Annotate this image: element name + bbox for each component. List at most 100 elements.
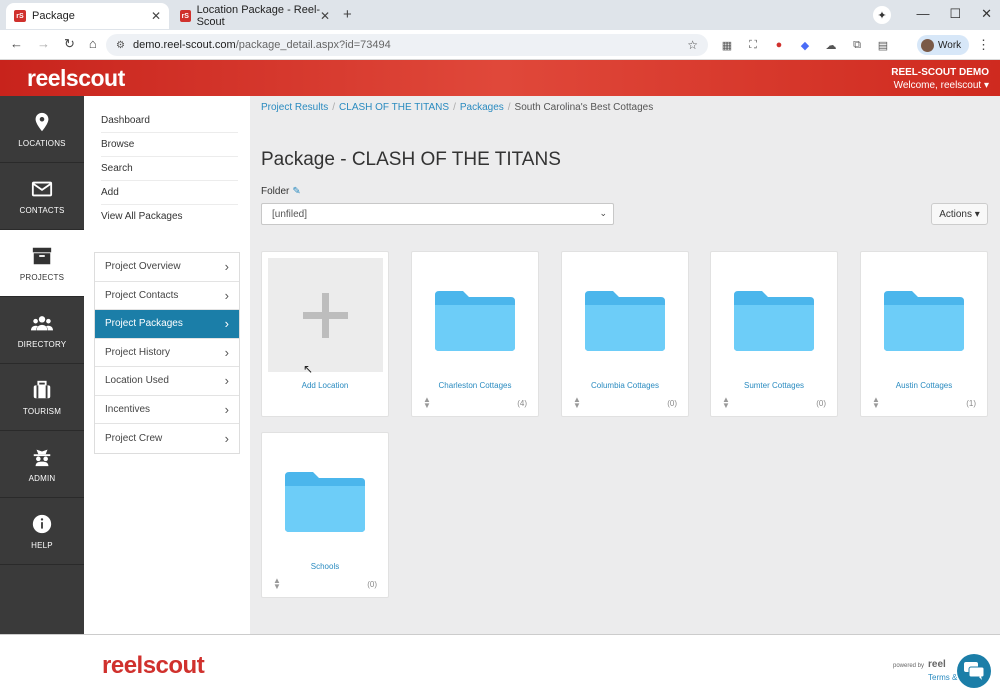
chevron-right-icon: ›: [224, 287, 229, 303]
gemini-sparkle-icon[interactable]: ✦: [873, 6, 891, 24]
org-name: REEL-SCOUT DEMO: [891, 67, 989, 78]
rail-item-projects[interactable]: PROJECTS: [0, 230, 84, 297]
reload-icon[interactable]: ↻: [64, 36, 75, 52]
new-tab-icon[interactable]: +: [343, 6, 352, 23]
app-header: reelscout REEL-SCOUT DEMO Welcome, reels…: [0, 60, 1000, 96]
suitcase-icon: [33, 380, 51, 398]
cloud-extension-icon[interactable]: ☁: [824, 38, 838, 52]
sort-handle-icon[interactable]: ▲ ▼: [722, 396, 730, 410]
mouse-cursor-icon: ↖: [303, 362, 314, 376]
archive-box-icon: [32, 247, 52, 264]
project-menu-packages[interactable]: Project Packages ›: [95, 310, 239, 339]
package-card[interactable]: Columbia Cottages ▲ ▼ (0): [561, 251, 689, 417]
add-location-tile[interactable]: [268, 258, 383, 372]
translate-extension-icon[interactable]: ▦: [720, 38, 734, 52]
home-icon[interactable]: ⌂: [89, 36, 97, 52]
pencil-edit-icon[interactable]: ✎: [292, 186, 300, 197]
package-card[interactable]: Schools ▲ ▼ (0): [261, 432, 389, 598]
rail-label: DIRECTORY: [17, 339, 67, 349]
package-card[interactable]: Charleston Cottages ▲ ▼ (4): [411, 251, 539, 417]
rail-item-help[interactable]: HELP: [0, 498, 84, 565]
color-extension-icon[interactable]: ◆: [798, 38, 812, 52]
sort-handle-icon[interactable]: ▲ ▼: [573, 396, 581, 410]
url-domain: demo.reel-scout.com: [132, 39, 236, 51]
project-menu-location-used[interactable]: Location Used ›: [95, 367, 239, 396]
project-menu-label: Project Crew: [105, 432, 163, 444]
project-menu-label: Project Packages: [105, 318, 183, 330]
project-menu-label: Incentives: [105, 403, 151, 415]
site-info-icon[interactable]: ⚙: [116, 40, 125, 51]
actions-dropdown-button[interactable]: Actions ▾: [931, 203, 988, 225]
package-card[interactable]: Austin Cottages ▲ ▼ (1): [860, 251, 988, 417]
add-location-link[interactable]: Add Location: [262, 381, 388, 390]
sort-handle-icon[interactable]: ▲ ▼: [273, 577, 281, 591]
back-icon[interactable]: ←: [10, 36, 23, 52]
red-extension-icon[interactable]: ●: [772, 38, 786, 52]
welcome-user[interactable]: Welcome, reelscout ▾: [891, 79, 989, 92]
screenshot-extension-icon[interactable]: ⛶: [746, 38, 760, 52]
browser-menu-icon[interactable]: ⋮: [977, 37, 990, 53]
project-menu-overview[interactable]: Project Overview ›: [95, 253, 239, 282]
rail-item-directory[interactable]: DIRECTORY: [0, 297, 84, 364]
rail-item-admin[interactable]: ADMIN: [0, 431, 84, 498]
package-name-link[interactable]: Austin Cottages: [861, 381, 987, 390]
close-tab-icon[interactable]: ✕: [320, 9, 330, 23]
reading-list-icon[interactable]: ▤: [876, 38, 890, 52]
folder-icon: [585, 291, 665, 351]
project-menu-history[interactable]: Project History ›: [95, 339, 239, 367]
project-menu-incentives[interactable]: Incentives ›: [95, 396, 239, 424]
rail-label: ADMIN: [28, 473, 56, 483]
folder-label-text: Folder: [261, 186, 290, 197]
folder-select[interactable]: [unfiled] ⌄: [261, 203, 614, 225]
rail-item-tourism[interactable]: TOURISM: [0, 364, 84, 431]
project-menu-label: Project Contacts: [105, 289, 179, 301]
subnav-view-all-packages[interactable]: View All Packages: [101, 205, 238, 229]
rail-item-contacts[interactable]: CONTACTS: [0, 163, 84, 230]
project-menu-contacts[interactable]: Project Contacts ›: [95, 282, 239, 310]
reelscout-favicon-icon: rS: [14, 10, 26, 22]
profile-label: Work: [938, 39, 962, 51]
sort-handle-icon[interactable]: ▲ ▼: [872, 396, 880, 410]
location-count: (0): [816, 399, 826, 408]
package-name-link[interactable]: Columbia Cottages: [562, 381, 688, 390]
breadcrumb-current: South Carolina's Best Cottages: [514, 102, 654, 113]
terms-link[interactable]: Terms &: [928, 673, 957, 682]
rail-item-locations[interactable]: LOCATIONS: [0, 96, 84, 163]
package-card[interactable]: Sumter Cottages ▲ ▼ (0): [710, 251, 838, 417]
subnav-search[interactable]: Search: [101, 157, 238, 181]
address-bar[interactable]: ⚙ demo.reel-scout.com/package_detail.asp…: [106, 34, 708, 56]
minimize-window-icon[interactable]: —: [916, 6, 929, 22]
breadcrumb-project-results[interactable]: Project Results: [261, 102, 328, 113]
breadcrumb-project[interactable]: CLASH OF THE TITANS: [339, 102, 449, 113]
package-name-link[interactable]: Charleston Cottages: [412, 381, 538, 390]
chevron-right-icon: ›: [224, 430, 229, 446]
browser-tab-location-package[interactable]: rS Location Package - Reel-Scout ✕: [172, 3, 338, 29]
puzzle-extensions-icon[interactable]: ⧉: [850, 38, 864, 52]
project-menu-crew[interactable]: Project Crew ›: [95, 424, 239, 453]
add-location-card[interactable]: ↖ Add Location: [261, 251, 389, 417]
profile-button[interactable]: Work: [917, 35, 970, 55]
people-icon: [31, 315, 53, 330]
spy-icon: [33, 449, 51, 466]
close-window-icon[interactable]: ✕: [981, 6, 992, 22]
subnav-browse[interactable]: Browse: [101, 133, 238, 157]
close-tab-icon[interactable]: ✕: [151, 9, 161, 23]
page-footer: reelscout powered by reel Terms &: [0, 634, 1000, 699]
page-title: Package - CLASH OF THE TITANS: [261, 149, 561, 170]
maximize-window-icon[interactable]: ☐: [949, 6, 961, 22]
subnav-dashboard[interactable]: Dashboard: [101, 109, 238, 133]
reelscout-logo[interactable]: reelscout: [27, 65, 125, 92]
package-name-link[interactable]: Sumter Cottages: [711, 381, 837, 390]
package-name-link[interactable]: Schools: [262, 562, 388, 571]
chevron-right-icon: ›: [224, 373, 229, 389]
bookmark-star-icon[interactable]: ☆: [687, 38, 698, 52]
breadcrumb-packages[interactable]: Packages: [460, 102, 504, 113]
rail-label: LOCATIONS: [18, 138, 66, 148]
account-menu[interactable]: REEL-SCOUT DEMO Welcome, reelscout ▾: [891, 66, 989, 92]
chat-button[interactable]: [957, 654, 991, 688]
browser-tab-package[interactable]: rS Package ✕: [6, 3, 169, 29]
subnav-add[interactable]: Add: [101, 181, 238, 205]
sort-handle-icon[interactable]: ▲ ▼: [423, 396, 431, 410]
location-count: (1): [966, 399, 976, 408]
forward-icon[interactable]: →: [37, 36, 50, 52]
